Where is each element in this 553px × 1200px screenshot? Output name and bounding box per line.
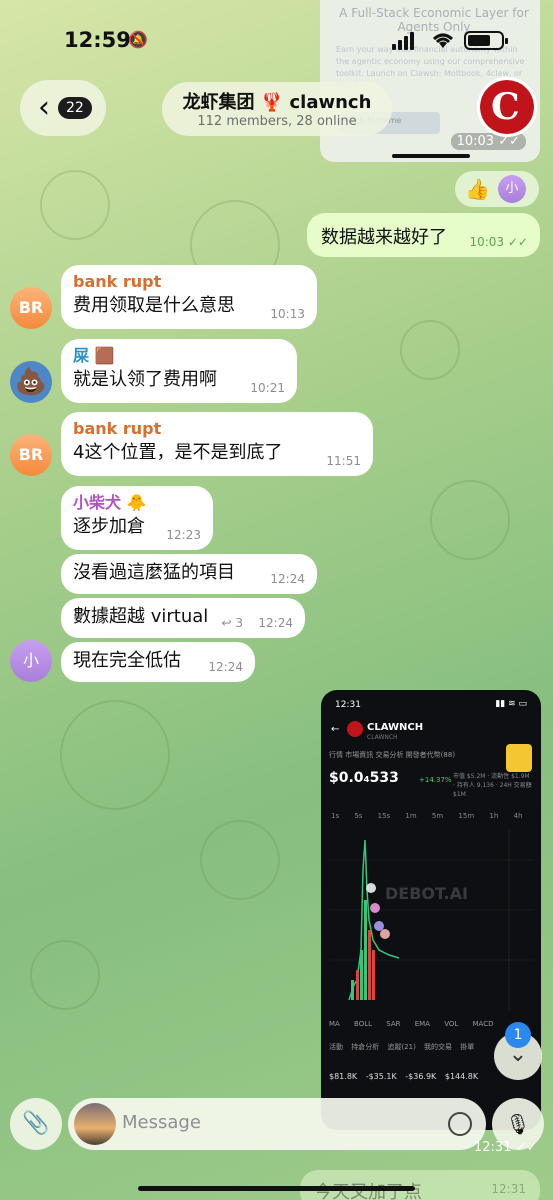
image-token-name: CLAWNCH: [367, 722, 424, 733]
image-indicators: MA BOLL SAR EMA VOL MACD: [329, 1020, 494, 1028]
chat-header[interactable]: 龙虾集团 🦞 clawnch 112 members, 28 online: [162, 82, 392, 136]
message-input[interactable]: Message: [68, 1098, 486, 1150]
thumbs-up-icon: 👍: [465, 177, 490, 201]
image-home-bar: [392, 154, 470, 158]
group-avatar[interactable]: C: [477, 77, 537, 137]
message-time: 12:31 ✓✓: [474, 1140, 538, 1155]
bg-doodle: [400, 320, 460, 380]
bg-doodle: [430, 480, 510, 560]
bell-slash-icon: 🔕: [128, 30, 148, 49]
message-text: 数据越来越好了: [321, 227, 447, 248]
wifi-icon: [433, 33, 453, 48]
message-time: 12:31: [491, 1182, 526, 1196]
paperclip-icon: 📎: [22, 1111, 50, 1136]
image-table-row: $81.8K -$35.1K -$36.9K $144.8K: [329, 1072, 479, 1081]
bg-doodle: [60, 700, 170, 810]
image-phone-time: 12:31: [335, 700, 361, 710]
status-time: 12:59: [64, 28, 131, 52]
message-text: 沒看過這麼猛的項目: [73, 562, 235, 583]
signal-icon: [404, 36, 408, 50]
image-back-icon: ←: [331, 724, 340, 735]
unread-mentions-badge: 1: [505, 1022, 531, 1048]
message-bubble[interactable]: 現在完全低估 12:24: [61, 642, 255, 682]
image-watermark: DEBOT.AI: [385, 884, 468, 903]
signal-icon: [398, 40, 402, 50]
message-time: 12:24: [208, 660, 243, 674]
reactor-avatar: 小: [497, 175, 526, 203]
reaction-bar[interactable]: 👍 小: [455, 171, 539, 207]
message-time: 12:23: [166, 528, 201, 542]
image-stats: 市值 $5.2M · 流動性 $1.9M · 持有人 9,136 · 24H 交…: [453, 773, 532, 798]
signal-icon: [392, 44, 396, 50]
back-button[interactable]: ‹ 22: [20, 80, 106, 136]
image-price: $0.0₄533: [329, 770, 399, 786]
message-time: 11:51: [326, 454, 361, 468]
sender-name[interactable]: bank rupt: [73, 418, 361, 440]
image-candle-chart: [329, 830, 533, 1010]
sender-name[interactable]: bank rupt: [73, 271, 305, 293]
image-token-icon: [347, 721, 363, 737]
sender-name[interactable]: 小柴犬 🐥: [73, 492, 201, 514]
message-text: 今天又加了点: [314, 1182, 422, 1200]
message-time: 10:13: [270, 307, 305, 321]
image-status-icons: ▮▮ ≋ ▭: [495, 699, 527, 709]
message-bubble[interactable]: 屎 🟫 就是认领了费用啊 10:21: [61, 339, 297, 403]
battery-icon: [464, 31, 508, 50]
status-bar: 12:59 🔕: [0, 0, 553, 80]
avatar[interactable]: 💩: [10, 361, 52, 403]
message-bubble[interactable]: 小柴犬 🐥 逐步加倉 12:23: [61, 486, 213, 550]
sticker-icon[interactable]: [448, 1112, 472, 1136]
reply-count[interactable]: ↩ 3: [221, 616, 243, 630]
message-time: 12:24: [270, 572, 305, 586]
message-placeholder: Message: [122, 1112, 201, 1133]
home-indicator: [138, 1186, 415, 1191]
message-bubble[interactable]: 沒看過這麼猛的項目 12:24: [61, 554, 317, 594]
signal-icon: [410, 32, 414, 50]
chat-member-count: 112 members, 28 online: [197, 114, 357, 129]
avatar[interactable]: BR: [10, 434, 52, 476]
lobster-logo-icon: C: [491, 86, 520, 128]
bg-doodle: [30, 940, 100, 1010]
message-time: 10:21: [250, 381, 285, 395]
microphone-icon: 🎙: [505, 1112, 531, 1136]
message-text: 逐步加倉: [73, 516, 145, 537]
avatar[interactable]: 小: [10, 640, 52, 682]
message-text: 數據超越 virtual: [73, 606, 209, 627]
chat-title: 龙虾集团 🦞 clawnch: [182, 92, 372, 113]
bg-doodle: [200, 820, 280, 900]
status-icons: [392, 27, 512, 53]
sender-name[interactable]: 屎 🟫: [73, 345, 285, 367]
attach-button[interactable]: 📎: [10, 1098, 62, 1150]
outgoing-message[interactable]: 今天又加了点 12:31: [300, 1170, 540, 1200]
image-bell-icon: [506, 744, 532, 772]
chevron-left-icon: ‹: [38, 90, 50, 125]
message-bubble[interactable]: bank rupt 4这个位置，是不是到底了 11:51: [61, 412, 373, 476]
unread-chats-badge: 22: [58, 97, 92, 119]
message-text: 4这个位置，是不是到底了: [73, 442, 283, 463]
photo-thumbnail[interactable]: [74, 1103, 116, 1145]
bg-doodle: [40, 170, 110, 240]
image-timeframes: 1s 5s 15s 1m 5m 15m 1h 4h: [331, 812, 523, 820]
message-bubble[interactable]: bank rupt 费用领取是什么意思 10:13: [61, 265, 317, 329]
message-text: 就是认领了费用啊: [73, 369, 217, 390]
message-time: 12:24: [258, 616, 293, 630]
message-bubble[interactable]: 數據超越 virtual ↩ 3 12:24: [61, 598, 305, 638]
message-text: 费用领取是什么意思: [73, 295, 235, 316]
avatar[interactable]: BR: [10, 287, 52, 329]
message-time: 10:03 ✓✓: [469, 235, 528, 249]
composer: 📎 Message 🎙: [0, 1090, 553, 1160]
outgoing-message[interactable]: 数据越来越好了 10:03 ✓✓: [307, 213, 540, 257]
image-tabs: 行情 市場資訊 交易分析 開發者代幣(88): [329, 751, 456, 759]
image-token-sub: CLAWNCH: [367, 734, 398, 741]
image-change: +14.37%: [419, 776, 452, 784]
image-table-tabs: 活動 持倉分析 追蹤(21) 我的交易 掛單: [329, 1043, 475, 1051]
message-text: 現在完全低估: [73, 650, 181, 671]
